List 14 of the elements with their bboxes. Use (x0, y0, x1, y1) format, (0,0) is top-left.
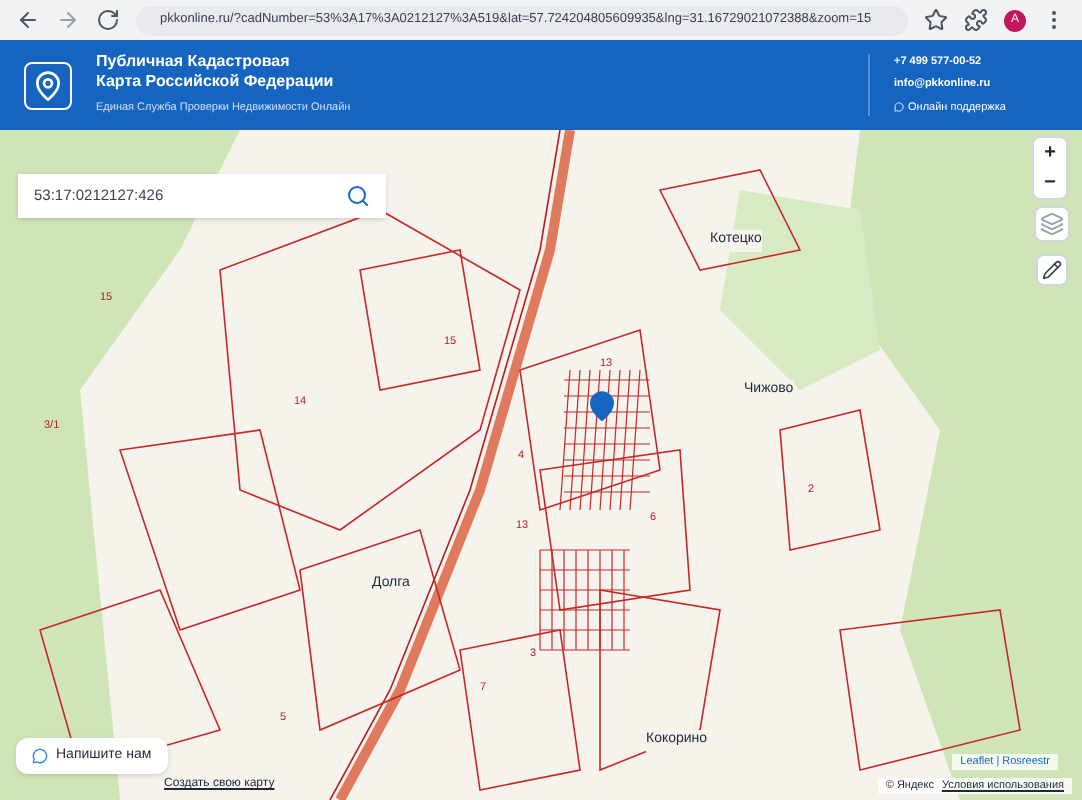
layers-button[interactable] (1034, 206, 1070, 242)
site-title: Публичная Кадастровая Карта Российской Федерации (96, 52, 336, 93)
star-icon[interactable] (924, 8, 948, 32)
zoom-button[interactable]: + (1034, 138, 1066, 168)
zoom-button[interactable]: − (1034, 168, 1066, 198)
logo-icon (24, 61, 72, 109)
extensions-icon[interactable] (964, 8, 988, 32)
back-icon[interactable] (16, 8, 40, 32)
search-icon[interactable] (346, 184, 370, 208)
reload-icon[interactable] (96, 8, 120, 32)
chat-icon (894, 102, 904, 113)
draw-button[interactable] (1036, 254, 1068, 286)
map-marker-icon[interactable] (586, 390, 618, 422)
chat-icon (32, 747, 48, 764)
